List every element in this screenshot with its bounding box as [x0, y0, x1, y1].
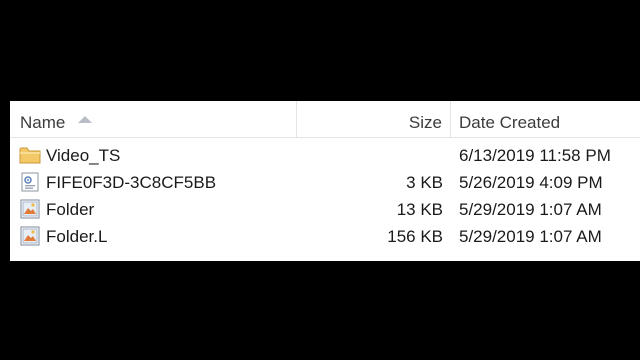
- file-name: Folder: [46, 200, 95, 219]
- file-date-created: 5/26/2019 4:09 PM: [459, 173, 603, 192]
- folder-icon: [19, 145, 41, 165]
- file-size: 13 KB: [396, 200, 443, 219]
- date-created-column-header[interactable]: Date Created: [451, 101, 640, 137]
- name-column-header[interactable]: Name: [10, 101, 297, 137]
- file-rows: Video_TS 6/13/2019 11:58 PM FIFE0F3D-3C8…: [10, 142, 640, 250]
- file-date-created: 5/29/2019 1:07 AM: [459, 200, 602, 219]
- size-column-header[interactable]: Size: [297, 101, 451, 137]
- file-date-created: 6/13/2019 11:58 PM: [459, 146, 611, 165]
- file-name: Folder.L: [46, 227, 108, 246]
- name-column-label: Name: [20, 113, 66, 132]
- date-created-column-label: Date Created: [459, 113, 561, 132]
- column-header-bar: Name Size Date Created: [10, 101, 640, 138]
- file-size: 156 KB: [387, 227, 443, 246]
- settings-file-icon: [19, 172, 41, 192]
- file-size: 3 KB: [406, 173, 443, 192]
- file-row[interactable]: Video_TS 6/13/2019 11:58 PM: [10, 142, 640, 169]
- sort-ascending-icon: [78, 116, 92, 123]
- file-list-panel: Name Size Date Created Video_TS 6/13/201…: [10, 101, 640, 261]
- file-date-created: 5/29/2019 1:07 AM: [459, 227, 602, 246]
- file-row[interactable]: Folder.L 156 KB 5/29/2019 1:07 AM: [10, 223, 640, 250]
- file-name: Video_TS: [46, 146, 121, 165]
- size-column-label: Size: [408, 113, 442, 132]
- file-name: FIFE0F3D-3C8CF5BB: [46, 173, 217, 192]
- image-file-icon: [19, 199, 41, 219]
- file-row[interactable]: FIFE0F3D-3C8CF5BB 3 KB 5/26/2019 4:09 PM: [10, 169, 640, 196]
- file-row[interactable]: Folder 13 KB 5/29/2019 1:07 AM: [10, 196, 640, 223]
- image-file-icon: [19, 226, 41, 246]
